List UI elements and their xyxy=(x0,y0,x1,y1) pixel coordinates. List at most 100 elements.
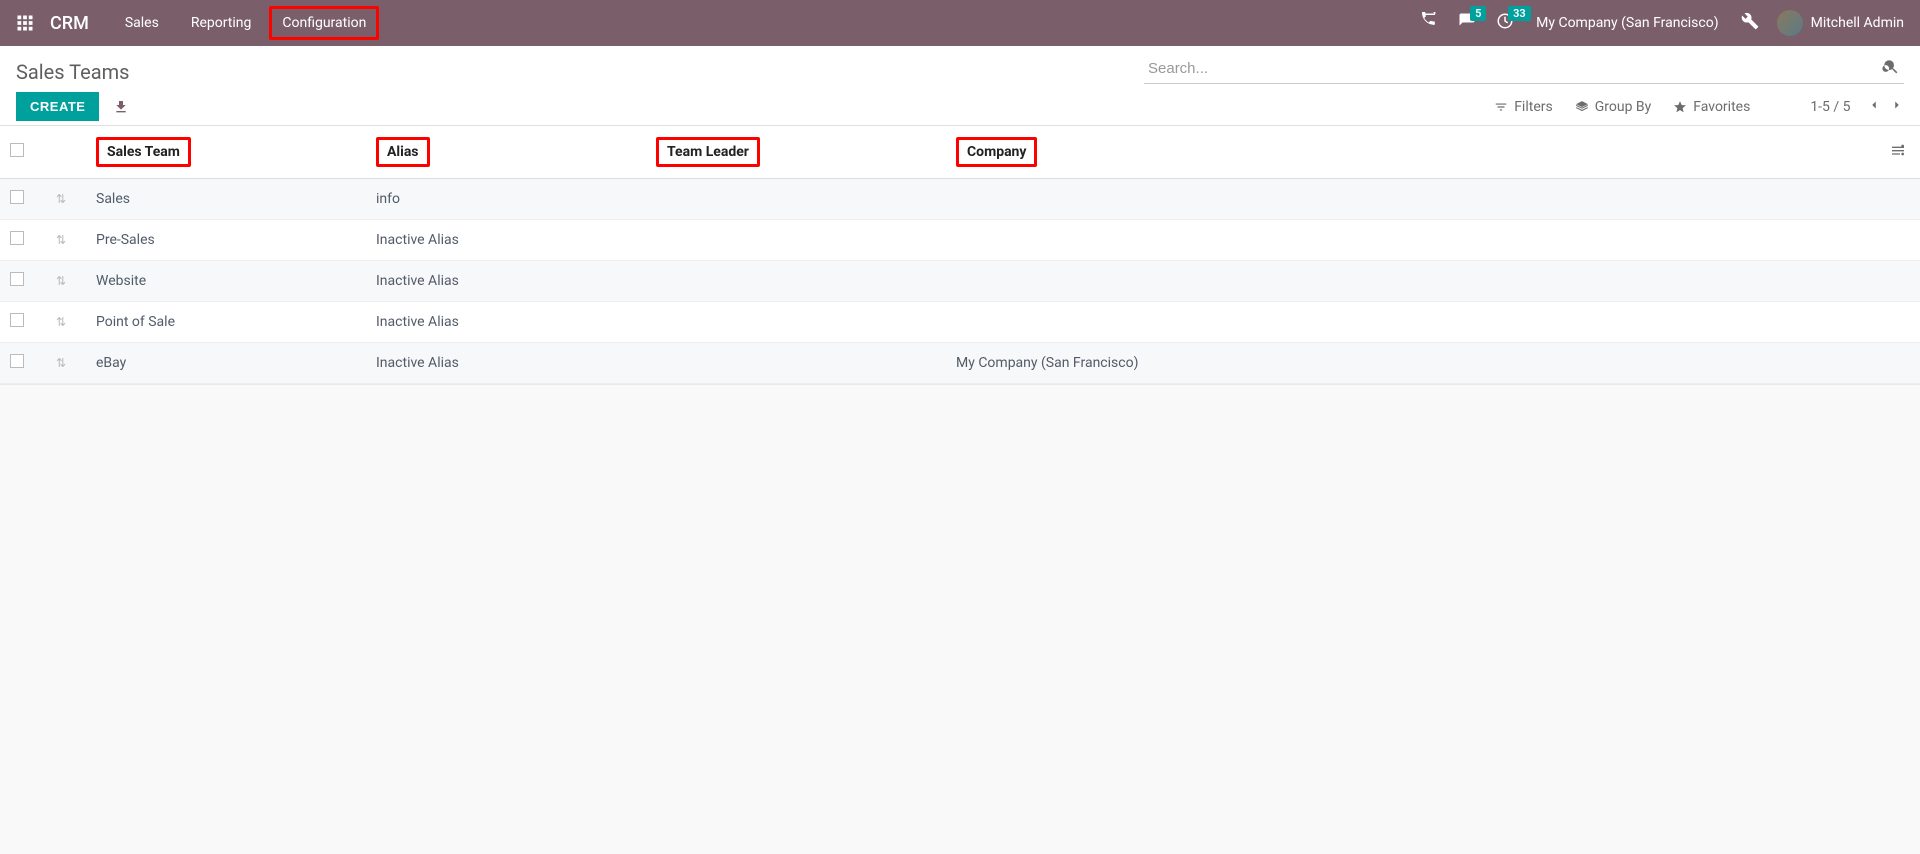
activities-badge: 33 xyxy=(1508,6,1531,21)
cell-company xyxy=(946,179,1880,220)
table-row[interactable]: ⇅ Point of SaleInactive Alias xyxy=(0,302,1920,343)
cell-team-leader xyxy=(646,179,946,220)
top-navbar: CRM Sales Reporting Configuration 5 33 M… xyxy=(0,0,1920,46)
nav-reporting[interactable]: Reporting xyxy=(177,5,266,41)
drag-handle-icon[interactable]: ⇅ xyxy=(56,315,66,329)
col-sales-team[interactable]: Sales Team xyxy=(86,126,366,179)
table-row[interactable]: ⇅ WebsiteInactive Alias xyxy=(0,261,1920,302)
groupby-menu[interactable]: Group By xyxy=(1575,99,1652,115)
cell-trailing xyxy=(1880,343,1920,384)
star-icon xyxy=(1673,100,1687,114)
cell-team-leader xyxy=(646,220,946,261)
pager-text[interactable]: 1-5 / 5 xyxy=(1810,99,1850,115)
cell-alias: Inactive Alias xyxy=(366,302,646,343)
groupby-label: Group By xyxy=(1595,99,1652,115)
row-checkbox[interactable] xyxy=(10,313,24,327)
select-all-checkbox[interactable] xyxy=(10,143,24,157)
cell-company xyxy=(946,302,1880,343)
cell-company: My Company (San Francisco) xyxy=(946,343,1880,384)
table-row[interactable]: ⇅ Pre-SalesInactive Alias xyxy=(0,220,1920,261)
col-team-leader[interactable]: Team Leader xyxy=(646,126,946,179)
pager: 1-5 / 5 xyxy=(1810,98,1904,116)
navbar-right: 5 33 My Company (San Francisco) Mitchell… xyxy=(1412,10,1904,36)
row-handle-cell: ⇅ xyxy=(46,179,86,220)
search-area xyxy=(1144,54,1904,84)
user-avatar-icon xyxy=(1777,10,1803,36)
control-panel: Sales Teams CREATE Filters Group By xyxy=(0,46,1920,126)
col-company[interactable]: Company xyxy=(946,126,1880,179)
row-handle-cell: ⇅ xyxy=(46,220,86,261)
user-menu[interactable]: Mitchell Admin xyxy=(1777,10,1904,36)
drag-handle-icon[interactable]: ⇅ xyxy=(56,274,66,288)
cell-sales-team: Point of Sale xyxy=(86,302,366,343)
search-input[interactable] xyxy=(1144,54,1904,84)
cell-sales-team: Website xyxy=(86,261,366,302)
cell-company xyxy=(946,261,1880,302)
cell-alias: Inactive Alias xyxy=(366,343,646,384)
user-name: Mitchell Admin xyxy=(1811,15,1904,31)
search-icon[interactable] xyxy=(1882,58,1900,76)
table-row[interactable]: ⇅ Salesinfo xyxy=(0,179,1920,220)
cell-team-leader xyxy=(646,343,946,384)
row-checkbox[interactable] xyxy=(10,190,24,204)
row-handle-cell: ⇅ xyxy=(46,343,86,384)
row-checkbox[interactable] xyxy=(10,231,24,245)
row-select-cell xyxy=(0,302,46,343)
company-switcher[interactable]: My Company (San Francisco) xyxy=(1536,15,1718,31)
messages-icon[interactable]: 5 xyxy=(1458,12,1476,34)
filters-menu[interactable]: Filters xyxy=(1494,99,1553,115)
row-select-cell xyxy=(0,179,46,220)
cell-sales-team: Sales xyxy=(86,179,366,220)
search-options: Filters Group By Favorites xyxy=(1494,99,1750,115)
table-row[interactable]: ⇅ eBayInactive Alias My Company (San Franc… xyxy=(0,343,1920,384)
row-handle-cell: ⇅ xyxy=(46,261,86,302)
debug-icon[interactable] xyxy=(1741,12,1759,34)
cell-trailing xyxy=(1880,302,1920,343)
messages-badge: 5 xyxy=(1470,6,1486,21)
app-brand[interactable]: CRM xyxy=(50,13,89,34)
pager-prev-icon[interactable] xyxy=(1867,98,1881,112)
table-header-row: Sales Team Alias Team Leader Company xyxy=(0,126,1920,179)
col-select-all xyxy=(0,126,46,179)
nav-sales[interactable]: Sales xyxy=(111,5,173,41)
apps-icon[interactable] xyxy=(16,14,34,32)
favorites-label: Favorites xyxy=(1693,99,1750,115)
row-checkbox[interactable] xyxy=(10,272,24,286)
breadcrumb: Sales Teams xyxy=(16,54,129,84)
cell-company xyxy=(946,220,1880,261)
cell-alias: Inactive Alias xyxy=(366,220,646,261)
cell-trailing xyxy=(1880,261,1920,302)
row-handle-cell: ⇅ xyxy=(46,302,86,343)
cell-sales-team: eBay xyxy=(86,343,366,384)
col-alias[interactable]: Alias xyxy=(366,126,646,179)
filters-label: Filters xyxy=(1514,99,1553,115)
col-optional-fields xyxy=(1880,126,1920,179)
cell-team-leader xyxy=(646,261,946,302)
drag-handle-icon[interactable]: ⇅ xyxy=(56,356,66,370)
voip-icon[interactable] xyxy=(1420,12,1438,34)
cell-alias: Inactive Alias xyxy=(366,261,646,302)
cell-trailing xyxy=(1880,220,1920,261)
cell-team-leader xyxy=(646,302,946,343)
sales-teams-table: Sales Team Alias Team Leader Company ⇅ Sa… xyxy=(0,126,1920,384)
nav-configuration[interactable]: Configuration xyxy=(269,6,379,40)
filter-icon xyxy=(1494,100,1508,114)
row-select-cell xyxy=(0,343,46,384)
drag-handle-icon[interactable]: ⇅ xyxy=(56,233,66,247)
row-select-cell xyxy=(0,261,46,302)
optional-fields-icon[interactable] xyxy=(1890,142,1906,158)
favorites-menu[interactable]: Favorites xyxy=(1673,99,1750,115)
cell-alias: info xyxy=(366,179,646,220)
list-view: Sales Team Alias Team Leader Company ⇅ Sa… xyxy=(0,126,1920,385)
import-icon[interactable] xyxy=(113,99,129,115)
pager-next-icon[interactable] xyxy=(1890,98,1904,112)
layers-icon xyxy=(1575,100,1589,114)
col-handle xyxy=(46,126,86,179)
row-checkbox[interactable] xyxy=(10,354,24,368)
cell-sales-team: Pre-Sales xyxy=(86,220,366,261)
activities-icon[interactable]: 33 xyxy=(1496,12,1514,34)
cell-trailing xyxy=(1880,179,1920,220)
drag-handle-icon[interactable]: ⇅ xyxy=(56,192,66,206)
row-select-cell xyxy=(0,220,46,261)
create-button[interactable]: CREATE xyxy=(16,92,99,121)
